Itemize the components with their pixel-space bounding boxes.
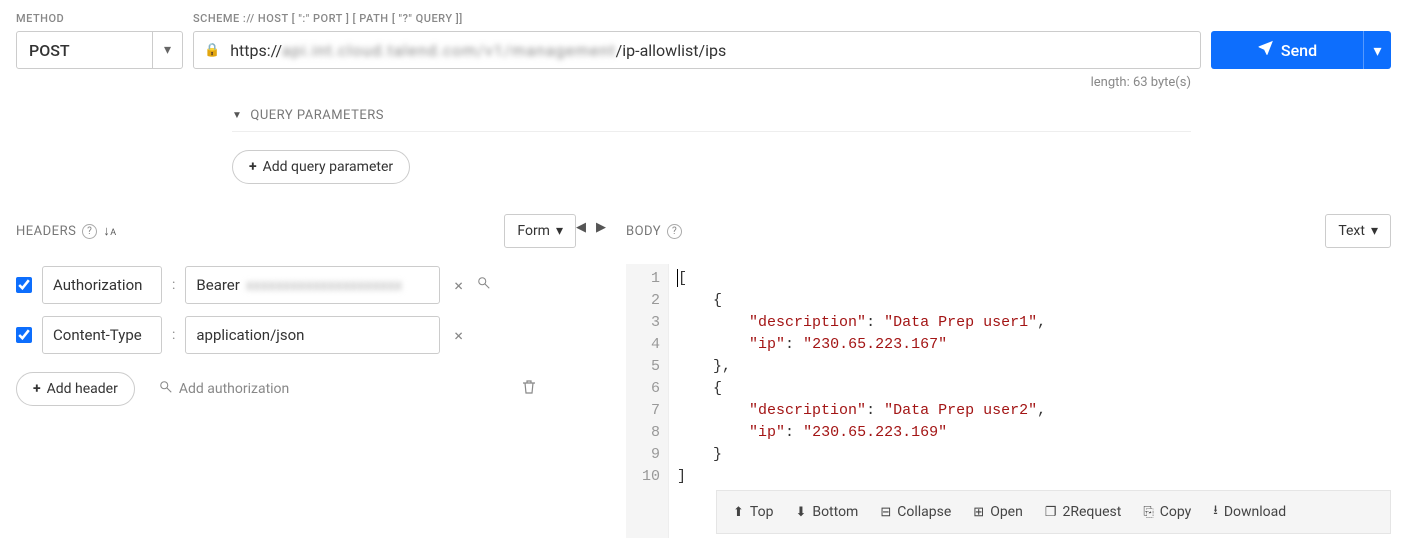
trash-icon[interactable]: [522, 379, 536, 399]
method-label: METHOD: [16, 12, 183, 25]
top-button[interactable]: ⬆Top: [733, 501, 773, 523]
caret-down-icon[interactable]: ▾: [152, 32, 182, 68]
body-toolbar: ⬆Top ⬇Bottom ⊟Collapse ⊞Open ❐2Request ⎘…: [716, 490, 1391, 534]
plus-square-icon: ⊞: [973, 505, 984, 520]
plus-icon: +: [249, 159, 257, 175]
caret-down-icon: ▾: [556, 223, 563, 239]
clear-icon[interactable]: ×: [450, 326, 467, 345]
copy-icon: ❐: [1045, 505, 1057, 520]
headers-label: HEADERS: [16, 224, 76, 239]
bottom-button[interactable]: ⬇Bottom: [795, 501, 858, 523]
url-prefix: https://: [230, 41, 282, 60]
minus-square-icon: ⊟: [880, 505, 891, 520]
header-value-input[interactable]: Bearerxxxxxxxxxxxxxxxxxxxxx: [185, 266, 440, 304]
header-enable-checkbox[interactable]: [16, 327, 32, 343]
collapse-button[interactable]: ⊟Collapse: [880, 501, 951, 523]
send-button[interactable]: Send ▾: [1211, 31, 1391, 69]
header-value-input[interactable]: application/json: [185, 316, 440, 354]
query-parameters-toggle[interactable]: ▼ QUERY PARAMETERS: [232, 100, 1191, 132]
header-name-input[interactable]: Content-Type: [42, 316, 162, 354]
add-query-parameter-button[interactable]: + Add query parameter: [232, 150, 410, 184]
caret-down-icon[interactable]: ▾: [1363, 31, 1391, 69]
open-button[interactable]: ⊞Open: [973, 501, 1023, 523]
paper-plane-icon: [1257, 40, 1273, 60]
collapse-right-icon[interactable]: ▶: [596, 220, 606, 235]
help-icon[interactable]: ?: [667, 224, 682, 239]
help-icon[interactable]: ?: [82, 224, 97, 239]
arrow-up-icon: ⬆: [733, 505, 744, 520]
url-masked: api.int.cloud.talend.com/v1/management: [282, 41, 616, 60]
lock-icon: 🔒: [204, 43, 220, 58]
plus-icon: +: [33, 381, 41, 397]
magic-wand-icon[interactable]: [477, 276, 491, 294]
caret-down-icon: ▼: [232, 110, 242, 121]
header-row: Authorization : Bearerxxxxxxxxxxxxxxxxxx…: [16, 266, 576, 304]
body-label: BODY: [626, 224, 661, 239]
method-select[interactable]: POST ▾: [16, 31, 183, 69]
url-input[interactable]: 🔒 https://api.int.cloud.talend.com/v1/ma…: [193, 31, 1201, 69]
arrow-down-icon: ⬇: [795, 505, 806, 520]
query-params-label: QUERY PARAMETERS: [250, 108, 384, 123]
scheme-label: SCHEME :// HOST [ ":" PORT ] [ PATH [ "?…: [193, 12, 1201, 25]
copy-button[interactable]: ⎘Copy: [1143, 501, 1191, 523]
header-enable-checkbox[interactable]: [16, 277, 32, 293]
download-icon: ⭳: [1213, 501, 1218, 523]
send-label: Send: [1281, 41, 1317, 60]
clear-icon[interactable]: ×: [450, 276, 467, 295]
header-row: Content-Type : application/json ×: [16, 316, 576, 354]
to-request-button[interactable]: ❐2Request: [1045, 501, 1121, 523]
url-suffix: /ip-allowlist/ips: [616, 41, 727, 60]
add-authorization-button[interactable]: Add authorization: [159, 380, 289, 398]
form-toggle[interactable]: Form ▾: [504, 214, 576, 248]
header-name-input[interactable]: Authorization: [42, 266, 162, 304]
download-button[interactable]: ⭳Download: [1213, 501, 1286, 523]
copy-icon: ⎘: [1143, 505, 1153, 520]
add-header-button[interactable]: + Add header: [16, 372, 135, 406]
magic-wand-icon: [159, 380, 173, 398]
method-value: POST: [17, 41, 152, 60]
caret-down-icon: ▾: [1371, 223, 1378, 239]
length-text: length: 63 byte(s): [16, 75, 1391, 90]
sort-icon[interactable]: ↓A: [103, 223, 116, 239]
text-toggle[interactable]: Text ▾: [1325, 214, 1391, 248]
